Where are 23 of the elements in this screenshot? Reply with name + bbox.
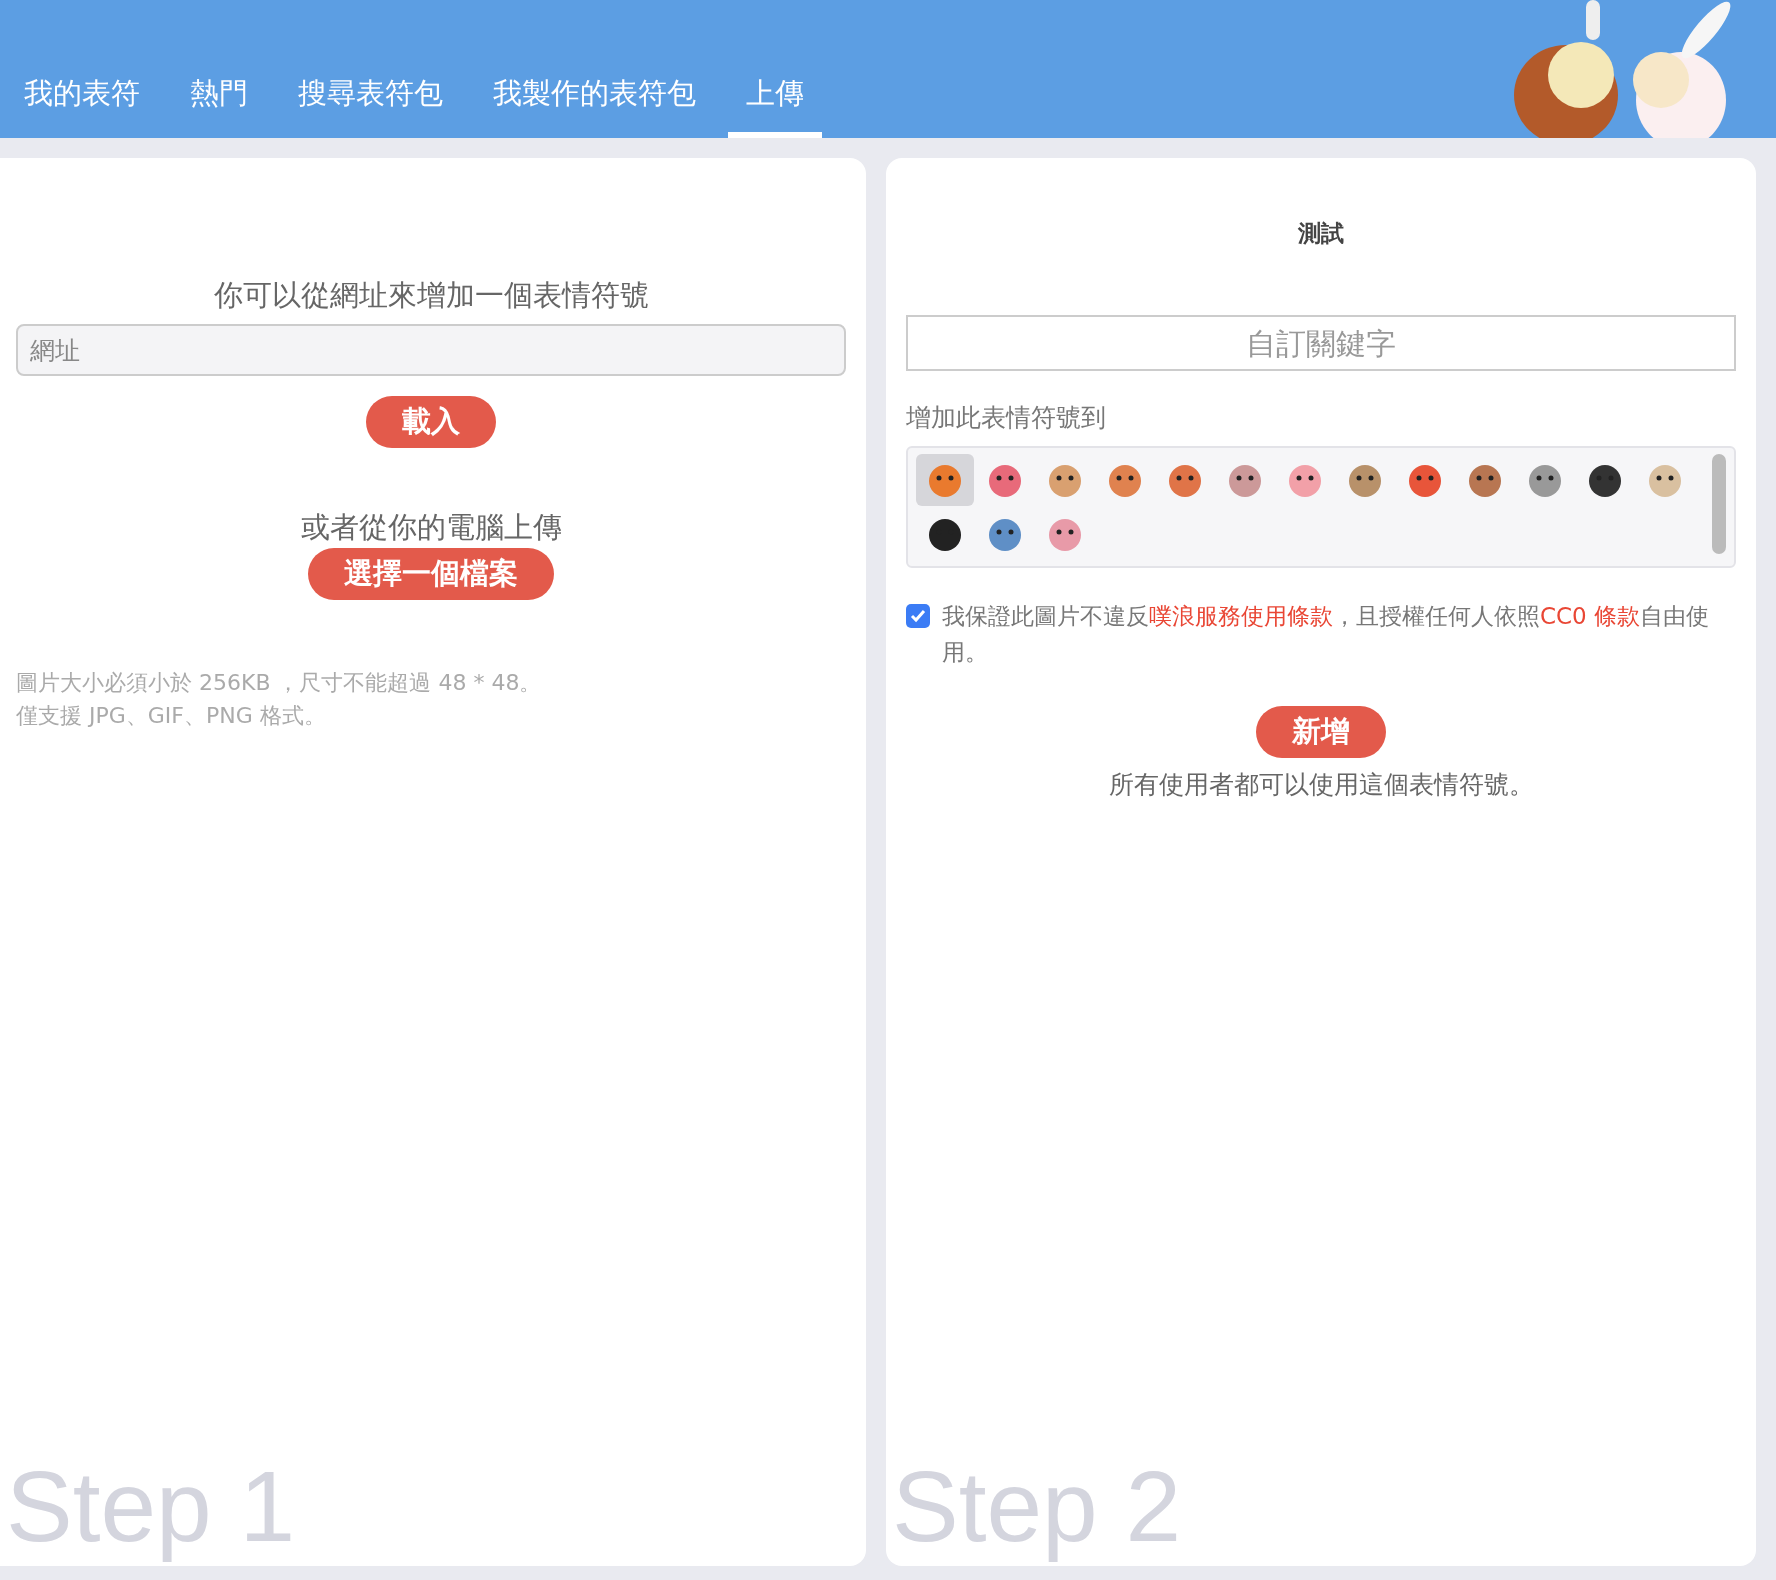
license-link[interactable]: CC0 條款 [1540, 603, 1641, 629]
add-to-label: 增加此表情符號到 [906, 402, 1107, 434]
upload-note: 圖片大小必須小於 256KB ，尺寸不能超過 48 * 48。 [16, 669, 543, 697]
add-button[interactable]: 新增 [1256, 706, 1386, 758]
preview-label: 測試 [1297, 219, 1345, 248]
nav-tab[interactable]: 上傳 [728, 74, 822, 138]
nav-tab[interactable]: 熱門 [172, 74, 266, 138]
checkmark-icon [910, 608, 926, 624]
scrollbar[interactable] [1712, 454, 1726, 554]
load-button[interactable]: 載入 [366, 396, 496, 448]
choose-file-button[interactable]: 選擇一個檔案 [308, 548, 554, 600]
terms-link[interactable]: 噗浪服務使用條款 [1149, 603, 1333, 629]
nav-tab[interactable]: 我製作的表符包 [475, 74, 714, 138]
public-note: 所有使用者都可以使用這個表情符號。 [1107, 769, 1535, 801]
agree-checkbox[interactable] [906, 604, 930, 628]
agreement-text: 我保證此圖片不違反噗浪服務使用條款，且授權任何人依照CC0 條款自由使用。 [942, 602, 1711, 667]
url-field[interactable]: 網址 [16, 324, 846, 376]
url-heading: 你可以從網址來增加一個表情符號 [212, 277, 650, 314]
nav-tab[interactable]: 我的表符 [6, 74, 158, 138]
nav-tab[interactable]: 搜尋表符包 [280, 74, 461, 138]
upload-note: 僅支援 JPG、GIF、PNG 格式。 [16, 702, 327, 730]
upload-heading: 或者從你的電腦上傳 [299, 509, 563, 546]
keyword-field[interactable]: 自訂關鍵字 [906, 315, 1736, 371]
